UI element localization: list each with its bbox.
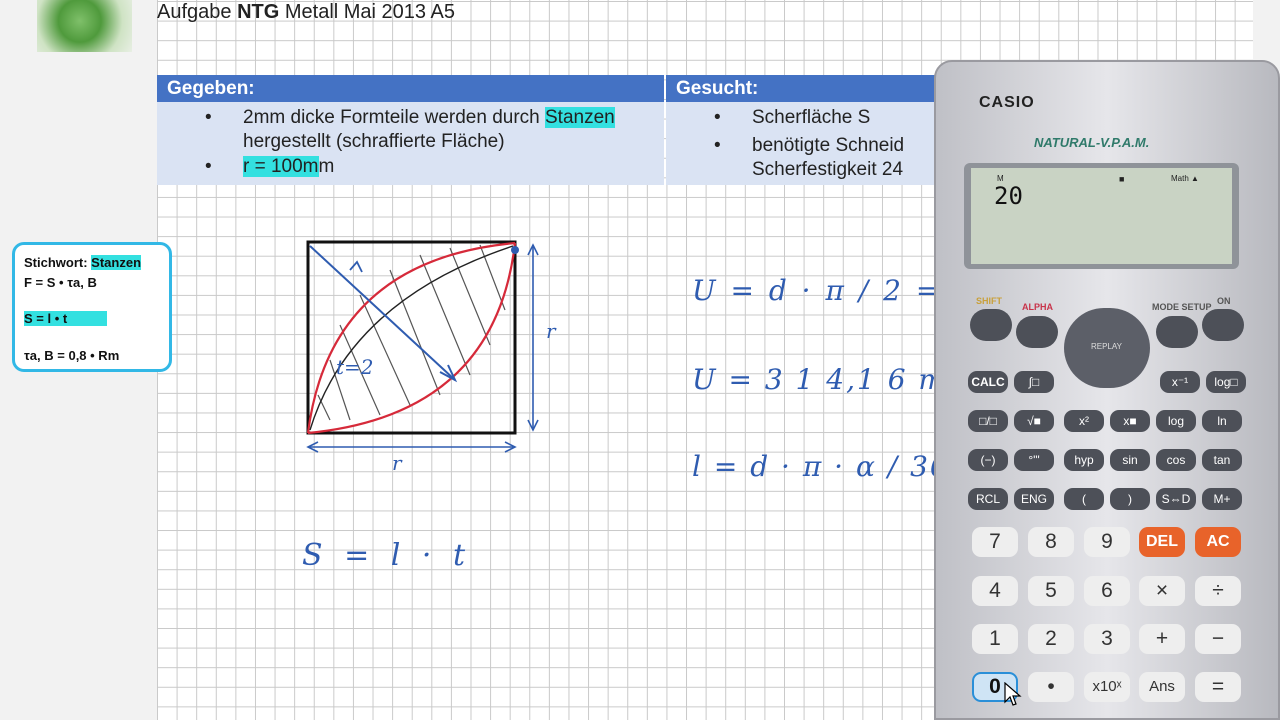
- key-5[interactable]: 5: [1028, 576, 1074, 606]
- on-label: ON: [1217, 296, 1231, 306]
- plus-key[interactable]: +: [1139, 624, 1185, 654]
- power-key[interactable]: x■: [1110, 410, 1150, 432]
- square-key[interactable]: x²: [1064, 410, 1104, 432]
- equals-key[interactable]: =: [1195, 672, 1241, 702]
- degree-key[interactable]: °'": [1014, 449, 1054, 471]
- replay-dpad[interactable]: REPLAY: [1064, 308, 1150, 388]
- alpha-key[interactable]: [1016, 316, 1058, 348]
- model-label: NATURAL-V.P.A.M.: [1034, 135, 1150, 150]
- calculator-display: M ■ Math ▲ 20: [971, 168, 1232, 264]
- mplus-key[interactable]: M+: [1202, 488, 1242, 510]
- label-r-right: r: [546, 319, 557, 343]
- casio-calculator: CASIO NATURAL-V.P.A.M. M ■ Math ▲ 20 SHI…: [934, 60, 1280, 720]
- on-key[interactable]: [1202, 309, 1244, 341]
- shift-label: SHIFT: [976, 296, 1002, 306]
- open-paren-key[interactable]: (: [1064, 488, 1104, 510]
- key-9[interactable]: 9: [1084, 527, 1130, 557]
- label-r-bottom: r: [392, 451, 403, 475]
- close-paren-key[interactable]: ): [1110, 488, 1150, 510]
- key-8[interactable]: 8: [1028, 527, 1074, 557]
- l-formula: l = d · π · α / 360: [692, 450, 970, 483]
- multiply-key[interactable]: ×: [1139, 576, 1185, 606]
- log-key[interactable]: log: [1156, 410, 1196, 432]
- replay-label: REPLAY: [1091, 342, 1122, 351]
- minus-key[interactable]: −: [1195, 624, 1241, 654]
- sin-key[interactable]: sin: [1110, 449, 1150, 471]
- del-key[interactable]: DEL: [1139, 527, 1185, 557]
- calc-key[interactable]: CALC: [968, 371, 1008, 393]
- cos-key[interactable]: cos: [1156, 449, 1196, 471]
- hyp-key[interactable]: hyp: [1064, 449, 1104, 471]
- rcl-key[interactable]: RCL: [968, 488, 1008, 510]
- exp-key[interactable]: x10ˣ: [1084, 672, 1130, 702]
- display-value: 20: [994, 182, 1023, 210]
- key-4[interactable]: 4: [972, 576, 1018, 606]
- sd-key[interactable]: S⇔D: [1156, 488, 1196, 510]
- eng-key[interactable]: ENG: [1014, 488, 1054, 510]
- ln-key[interactable]: ln: [1202, 410, 1242, 432]
- key-7[interactable]: 7: [972, 527, 1018, 557]
- inverse-key[interactable]: x⁻¹: [1160, 371, 1200, 393]
- u-result: U = 3 1 4,1 6 mm: [692, 363, 976, 396]
- ac-key[interactable]: AC: [1195, 527, 1241, 557]
- shape-drawing: [306, 240, 539, 453]
- divide-key[interactable]: ÷: [1195, 576, 1241, 606]
- fraction-key[interactable]: □/□: [968, 410, 1008, 432]
- label-thickness: t=2: [336, 355, 374, 379]
- key-1[interactable]: 1: [972, 624, 1018, 654]
- alpha-label: ALPHA: [1022, 302, 1053, 312]
- shift-key[interactable]: [970, 309, 1012, 341]
- key-6[interactable]: 6: [1084, 576, 1130, 606]
- mode-key[interactable]: [1156, 316, 1198, 348]
- key-3[interactable]: 3: [1084, 624, 1130, 654]
- decimal-key[interactable]: •: [1028, 672, 1074, 702]
- mode-label: MODE SETUP: [1152, 302, 1212, 312]
- tan-key[interactable]: tan: [1202, 449, 1242, 471]
- logbase-key[interactable]: log□: [1206, 371, 1246, 393]
- key-2[interactable]: 2: [1028, 624, 1074, 654]
- s-formula: S = l · t: [302, 538, 471, 573]
- sqrt-key[interactable]: √■: [1014, 410, 1054, 432]
- integral-key[interactable]: ∫□: [1014, 371, 1054, 393]
- negative-key[interactable]: (−): [968, 449, 1008, 471]
- brand-label: CASIO: [979, 94, 1035, 111]
- ans-key[interactable]: Ans: [1139, 672, 1185, 702]
- mouse-cursor-icon: [1004, 682, 1022, 706]
- indicator-math: Math ▲: [1171, 174, 1199, 183]
- indicator-dot: ■: [1119, 174, 1125, 184]
